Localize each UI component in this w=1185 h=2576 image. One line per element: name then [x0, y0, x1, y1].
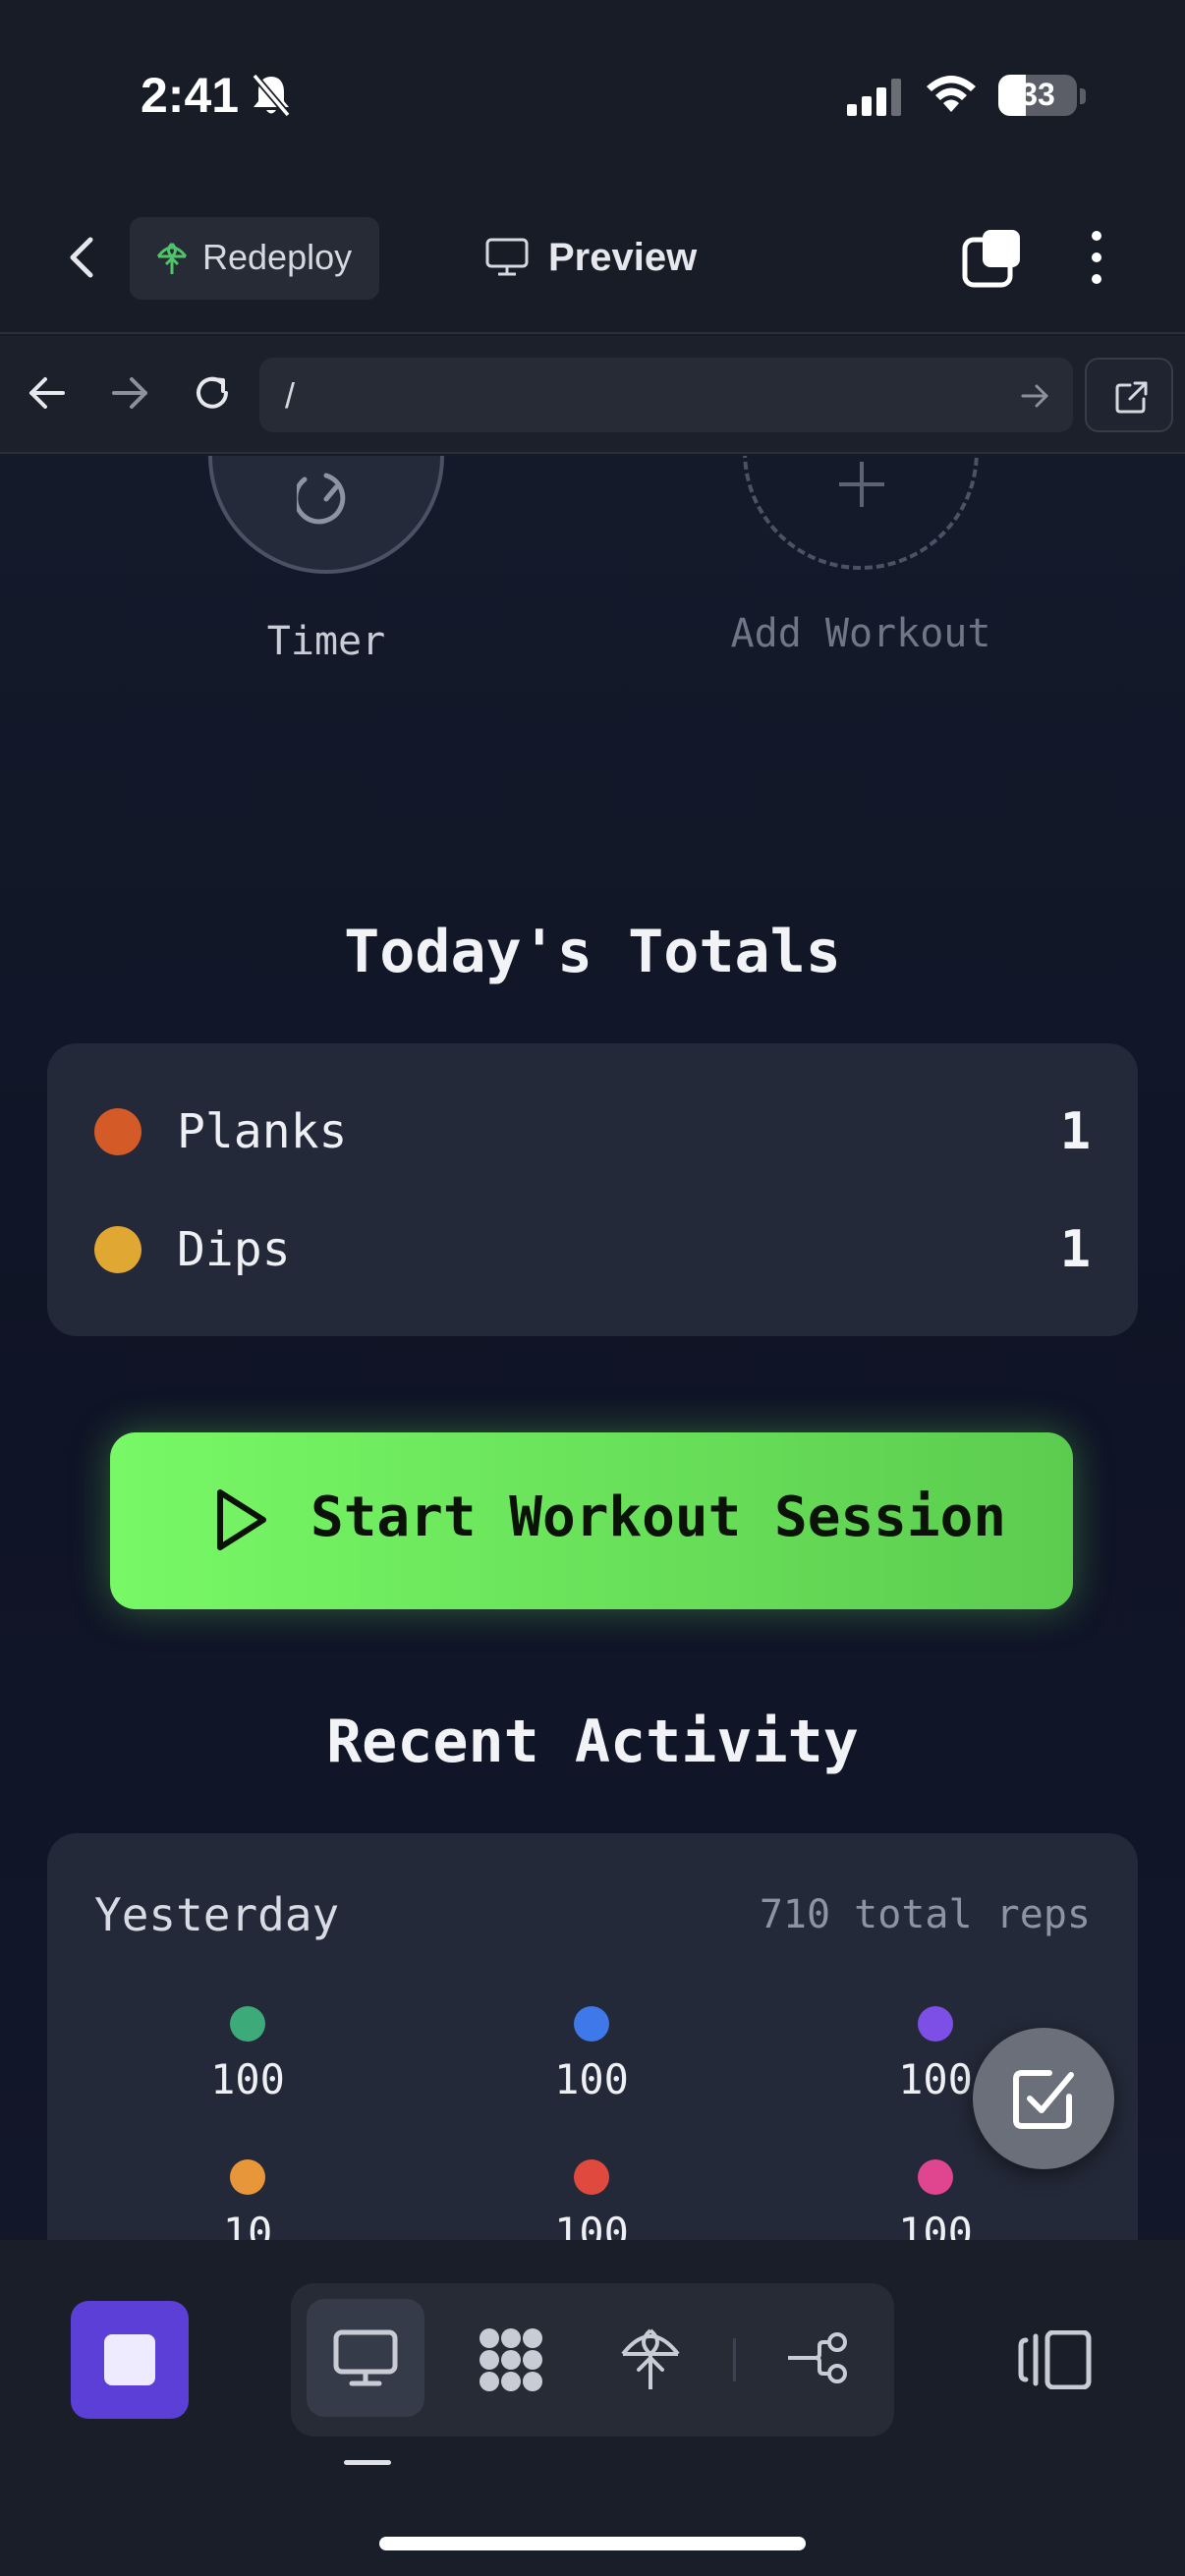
- stat-color-dot: [230, 2159, 265, 2195]
- mesh-view-button[interactable]: [450, 2299, 568, 2417]
- start-workout-session-button[interactable]: Start Workout Session: [110, 1432, 1073, 1609]
- stat-value: 10: [222, 2209, 273, 2240]
- checkbox-edit-icon: [1013, 2070, 1074, 2129]
- timer-icon: [297, 473, 346, 525]
- workflow-icon: [788, 2332, 847, 2383]
- reload-icon[interactable]: [189, 369, 236, 417]
- redeploy-button[interactable]: Redeploy: [130, 217, 379, 300]
- activity-stat: 100: [837, 2159, 1034, 2240]
- deploy-globe-icon: [621, 2328, 680, 2389]
- side-panel-icon[interactable]: [1018, 2330, 1093, 2389]
- stat-value: 100: [554, 2209, 629, 2240]
- open-external-button[interactable]: [1085, 358, 1173, 432]
- battery-level: 33: [1020, 77, 1055, 112]
- vertical-dots-icon[interactable]: [1077, 226, 1116, 289]
- home-indicator: [379, 2537, 806, 2550]
- arrow-left-icon[interactable]: [26, 371, 69, 415]
- preview-tab[interactable]: Preview: [485, 226, 721, 289]
- stat-color-dot: [574, 2006, 609, 2042]
- stat-color-dot: [918, 2159, 953, 2195]
- url-row: /: [0, 336, 1185, 454]
- windows-stack-icon[interactable]: [961, 226, 1024, 289]
- battery-icon: 33: [998, 75, 1077, 116]
- cellular-signal-icon: [847, 79, 901, 116]
- app-toolbar: Redeploy Preview: [0, 196, 1185, 334]
- recent-activity-card[interactable]: Yesterday 710 total reps 100 100 100 10 …: [47, 1833, 1138, 2240]
- activity-stat: 10: [149, 2159, 346, 2240]
- stat-value: 100: [554, 2055, 629, 2103]
- preview-view-button[interactable]: [307, 2299, 424, 2417]
- stop-icon: [104, 2334, 155, 2385]
- start-workout-label: Start Workout Session: [310, 1485, 1007, 1549]
- todays-totals-card: Planks 1 Dips 1: [47, 1043, 1138, 1336]
- arrow-right-icon[interactable]: [108, 371, 151, 415]
- stop-button[interactable]: [71, 2301, 189, 2419]
- preview-label: Preview: [548, 236, 698, 279]
- deploy-view-button[interactable]: [592, 2299, 709, 2417]
- workflow-view-button[interactable]: [761, 2299, 878, 2417]
- exercise-count: 1: [1059, 1102, 1091, 1161]
- external-link-icon: [1115, 381, 1148, 414]
- web-preview-content: Timer Add Workout Today's Totals Planks …: [0, 456, 1185, 2240]
- monitor-icon: [485, 238, 529, 276]
- wifi-icon: [927, 76, 976, 112]
- exercise-count: 1: [1059, 1220, 1091, 1279]
- stat-color-dot: [918, 2006, 953, 2042]
- monitor-icon: [333, 2329, 398, 2386]
- view-switcher: [291, 2283, 894, 2436]
- redeploy-label: Redeploy: [202, 237, 353, 277]
- timer-label: Timer: [266, 619, 386, 664]
- plus-icon: [839, 462, 884, 507]
- activity-day: Yesterday: [94, 1888, 340, 1941]
- active-view-indicator: [344, 2460, 391, 2465]
- stat-color-dot: [574, 2159, 609, 2195]
- recent-activity-title: Recent Activity: [326, 1708, 859, 1776]
- bottom-bar: [0, 2240, 1185, 2576]
- chevron-left-icon[interactable]: [59, 226, 108, 289]
- add-workout-label: Add Workout: [730, 611, 991, 656]
- timer-shortcut[interactable]: [208, 456, 444, 574]
- exercise-color-dot: [94, 1226, 141, 1273]
- stat-value: 100: [210, 2055, 285, 2103]
- total-row: Planks 1: [47, 1092, 1138, 1171]
- exercise-color-dot: [94, 1108, 141, 1155]
- segment-divider: [733, 2338, 736, 2381]
- bell-slash-icon: [252, 73, 291, 118]
- play-icon: [217, 1489, 266, 1550]
- todays-totals-title: Today's Totals: [344, 918, 841, 986]
- url-input[interactable]: /: [259, 358, 1073, 432]
- exercise-name: Dips: [177, 1222, 291, 1277]
- activity-stat: 100: [493, 2006, 690, 2124]
- checklist-fab[interactable]: [973, 2028, 1114, 2169]
- activity-stat: 100: [493, 2159, 690, 2240]
- url-text: /: [285, 375, 296, 416]
- deploy-globe-icon: [156, 242, 188, 274]
- activity-total-reps: 710 total reps: [759, 1892, 1091, 1937]
- stat-value: 100: [898, 2209, 973, 2240]
- activity-stat: 100: [149, 2006, 346, 2124]
- add-workout-shortcut[interactable]: [743, 456, 979, 570]
- exercise-name: Planks: [177, 1104, 348, 1159]
- stat-color-dot: [230, 2006, 265, 2042]
- mesh-icon: [480, 2328, 542, 2391]
- status-bar: 2:41 33: [0, 0, 1185, 196]
- go-arrow-icon[interactable]: [1020, 381, 1049, 411]
- total-row: Dips 1: [47, 1210, 1138, 1289]
- status-time: 2:41: [141, 68, 240, 123]
- battery-cap: [1080, 88, 1086, 104]
